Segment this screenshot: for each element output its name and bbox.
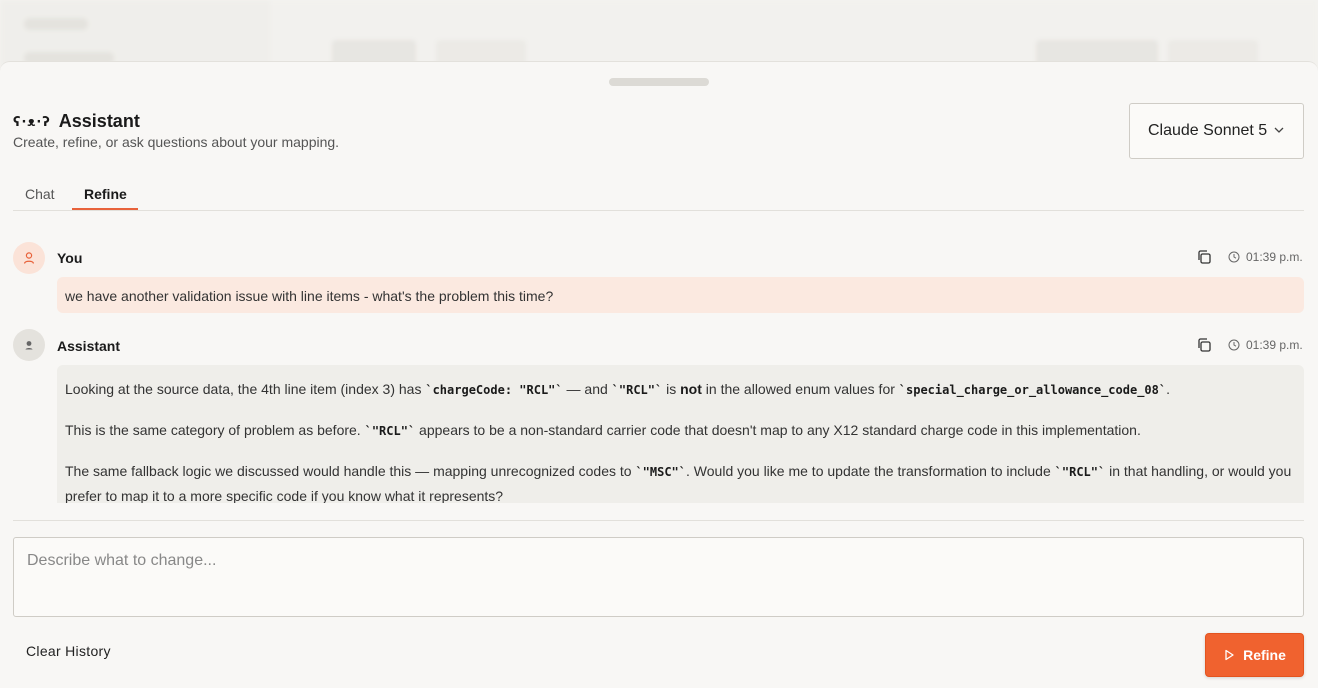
- message-meta: 01:39 p.m.: [1196, 337, 1303, 353]
- text-span: . Would you like me to update the transf…: [686, 463, 1055, 479]
- message-time: 01:39 p.m.: [1246, 338, 1303, 352]
- user-message-text: we have another validation issue with li…: [65, 288, 554, 304]
- inline-code: `"RCL"`: [364, 424, 416, 438]
- text-span: is: [662, 381, 681, 397]
- assistant-panel: ʕ·ᴥ·ʔ Assistant Create, refine, or ask q…: [0, 61, 1318, 688]
- refine-input[interactable]: [13, 537, 1304, 617]
- assistant-paragraph: The same fallback logic we discussed wou…: [65, 459, 1296, 503]
- model-select-value: Claude Sonnet 5: [1148, 122, 1268, 139]
- drag-handle[interactable]: [609, 78, 709, 86]
- panel-subtitle: Create, refine, or ask questions about y…: [13, 134, 340, 150]
- copy-icon[interactable]: [1196, 249, 1212, 265]
- assistant-avatar: [13, 329, 45, 361]
- assistant-message-bubble: Looking at the source data, the 4th line…: [57, 365, 1304, 503]
- text-span: in the allowed enum values for: [701, 381, 899, 397]
- inline-code: `chargeCode: "RCL"`: [425, 383, 563, 397]
- text-span: The same fallback logic we discussed wou…: [65, 463, 636, 479]
- assistant-face-icon: ʕ·ᴥ·ʔ: [13, 114, 51, 130]
- assistant-icon: [25, 341, 33, 350]
- model-select[interactable]: Claude Sonnet 5: [1129, 103, 1304, 159]
- refine-button-label: Refine: [1243, 647, 1286, 663]
- inline-code: `"MSC"`: [635, 465, 687, 479]
- refine-button[interactable]: Refine: [1205, 633, 1304, 677]
- emphasis-text: not: [680, 381, 702, 397]
- background-app: [0, 0, 1318, 70]
- clock-icon: [1228, 251, 1240, 263]
- clock-icon: [1228, 339, 1240, 351]
- inline-code: `special_charge_or_allowance_code_08`: [898, 383, 1167, 397]
- play-icon: [1225, 649, 1234, 661]
- composer-divider: [13, 520, 1304, 521]
- tab-bar: Chat Refine: [13, 180, 1304, 211]
- user-message-bubble: we have another validation issue with li…: [57, 277, 1304, 313]
- message-time: 01:39 p.m.: [1246, 250, 1303, 264]
- chevron-down-icon: [1274, 127, 1284, 133]
- assistant-paragraph: Looking at the source data, the 4th line…: [65, 377, 1296, 402]
- text-span: appears to be a non-standard carrier cod…: [415, 422, 1141, 438]
- inline-code: `"RCL"`: [611, 383, 663, 397]
- text-span: This is the same category of problem as …: [65, 422, 365, 438]
- inline-code: `"RCL"`: [1054, 465, 1106, 479]
- message-author: Assistant: [57, 338, 121, 354]
- clear-history-button[interactable]: Clear History: [26, 643, 111, 659]
- user-icon: [23, 252, 35, 264]
- panel-title: Assistant: [58, 111, 140, 131]
- background-sidebar: [0, 0, 270, 70]
- message-meta: 01:39 p.m.: [1196, 249, 1303, 265]
- message-author: You: [57, 250, 83, 266]
- assistant-paragraph: This is the same category of problem as …: [65, 418, 1296, 443]
- text-span: Looking at the source data, the 4th line…: [65, 381, 426, 397]
- text-span: — and: [562, 381, 612, 397]
- panel-header: ʕ·ᴥ·ʔ Assistant: [13, 111, 140, 132]
- user-avatar: [13, 242, 45, 274]
- tab-refine[interactable]: Refine: [84, 186, 127, 202]
- tab-chat[interactable]: Chat: [25, 186, 55, 202]
- text-span: .: [1166, 381, 1170, 397]
- background-sidebar-item: [24, 18, 88, 30]
- copy-icon[interactable]: [1196, 337, 1212, 353]
- active-tab-indicator: [72, 208, 138, 210]
